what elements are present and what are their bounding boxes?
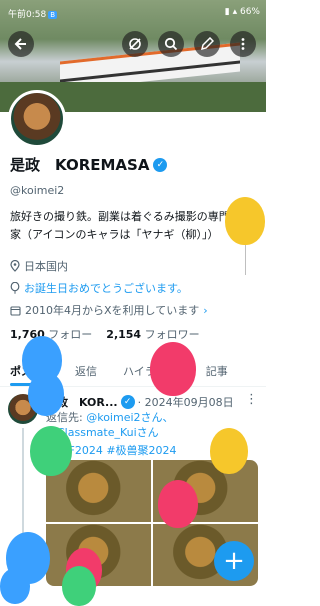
battery-level: 66% [239, 7, 260, 17]
balloon-green-1 [30, 426, 72, 476]
more-vertical-icon [241, 38, 245, 50]
balloon-pink-1 [150, 342, 196, 396]
notification-off-button[interactable] [122, 31, 148, 57]
display-name: 是政 KOREMASA [10, 156, 150, 174]
balloon-blue-4 [0, 568, 30, 604]
handle: @koimei2 [10, 184, 65, 197]
location-row: 日本国内 [10, 258, 68, 274]
bio: 旅好きの撮り鉄。副業は着ぐるみ撮影の専門家（アイコンのキャラは「ヤナギ（柳）」） [10, 210, 230, 241]
balloon-yellow-1 [225, 197, 265, 245]
plus-icon: + [223, 546, 245, 576]
location: 日本国内 [24, 260, 68, 273]
reply-user-1[interactable]: @koimei2さん、 [86, 411, 173, 424]
back-button[interactable] [8, 31, 34, 57]
balloon-green-2 [62, 566, 96, 606]
back-arrow-icon [14, 38, 26, 50]
compose-button[interactable]: + [214, 541, 254, 581]
balloon-pink-2 [158, 480, 198, 528]
chevron-right-icon: › [203, 303, 208, 317]
search-button[interactable] [158, 31, 184, 57]
more-button[interactable] [230, 31, 256, 57]
notification-off-icon [129, 38, 141, 50]
birthday-text: お誕生日おめでとうございます。 [24, 282, 188, 295]
followers-link[interactable]: 2,154 フォロワー [106, 328, 199, 341]
location-pin-icon [10, 260, 20, 272]
display-name-row: 是政 KOREMASA ✓ [10, 154, 168, 175]
status-right: ▮ ▴ 66% [224, 7, 260, 17]
followers-label: フォロワー [144, 328, 200, 341]
notification-badge: B [48, 11, 58, 19]
search-icon [164, 37, 178, 51]
joined-row: 2010年4月からXを利用しています › [10, 302, 208, 318]
calendar-icon [10, 305, 21, 316]
post-header: 是政 KOR... ✓ · 2024年09月08日 [46, 394, 234, 410]
post-more-icon[interactable]: ⋮ [245, 392, 258, 407]
profile-avatar[interactable] [8, 90, 66, 148]
followers-count: 2,154 [106, 328, 142, 341]
edit-icon [200, 37, 214, 51]
balloon-icon [10, 282, 20, 294]
verified-icon: ✓ [153, 157, 168, 172]
following-label: フォロー [48, 328, 93, 341]
balloon-string [245, 245, 246, 275]
birthday-row: お誕生日おめでとうございます。 [10, 280, 188, 296]
joined-date: 2010年4月からXを利用しています [25, 304, 200, 317]
edit-button[interactable] [194, 31, 220, 57]
balloon-blue-2 [28, 372, 64, 416]
status-bar: 午前0:58 B ▮ ▴ 66% [0, 0, 266, 24]
post-verified-icon: ✓ [120, 395, 135, 409]
balloon-yellow-2 [210, 428, 248, 474]
status-time: 午前0:58 B [8, 10, 58, 20]
post-date: · 2024年09月08日 [137, 396, 234, 409]
